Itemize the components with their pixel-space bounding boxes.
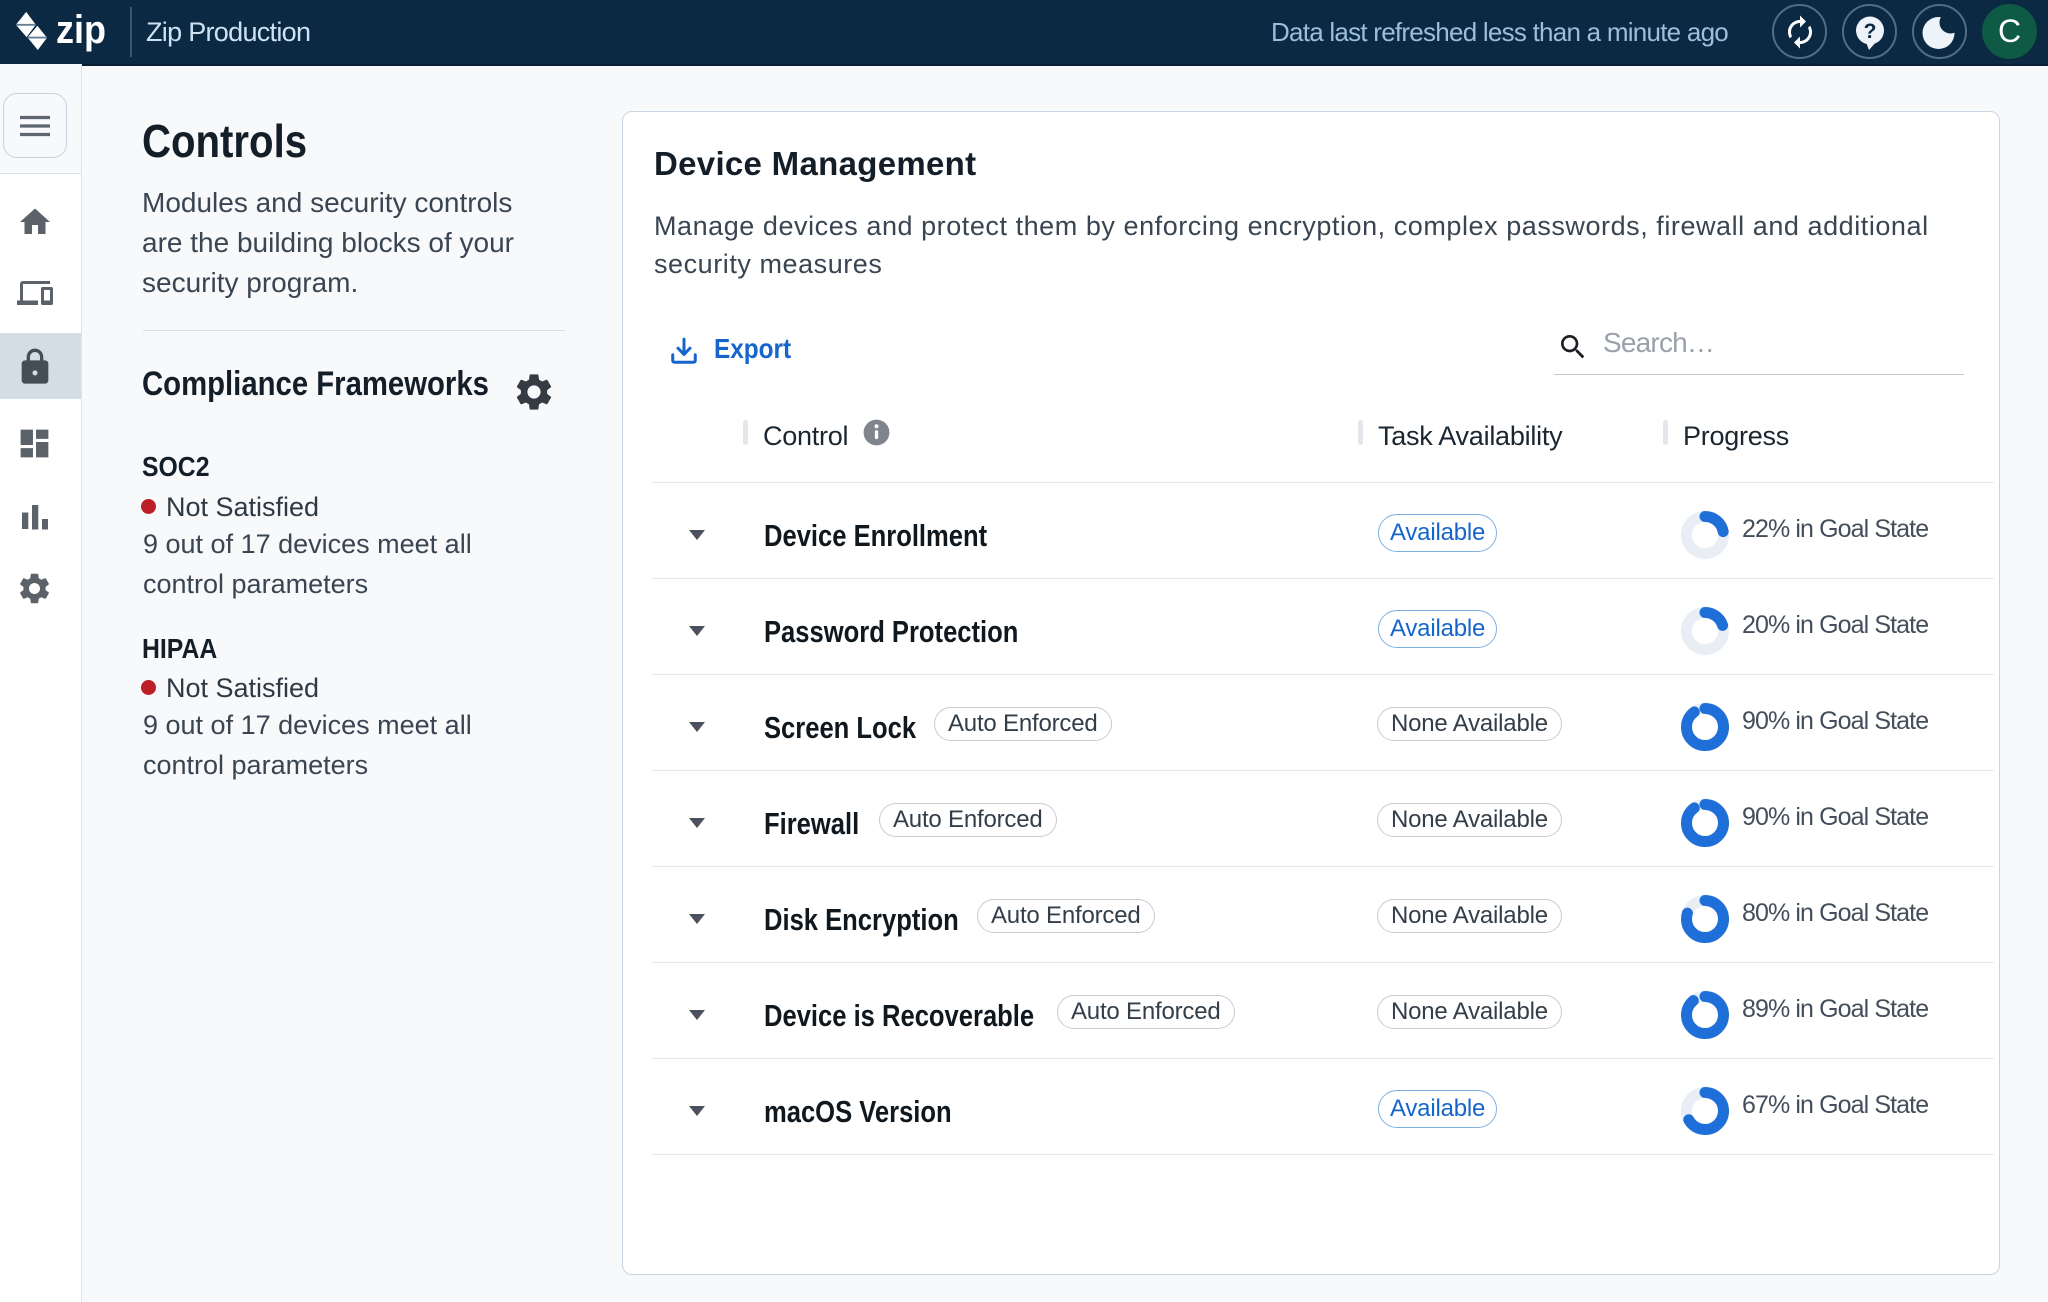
svg-text:?: ? <box>1863 20 1876 43</box>
